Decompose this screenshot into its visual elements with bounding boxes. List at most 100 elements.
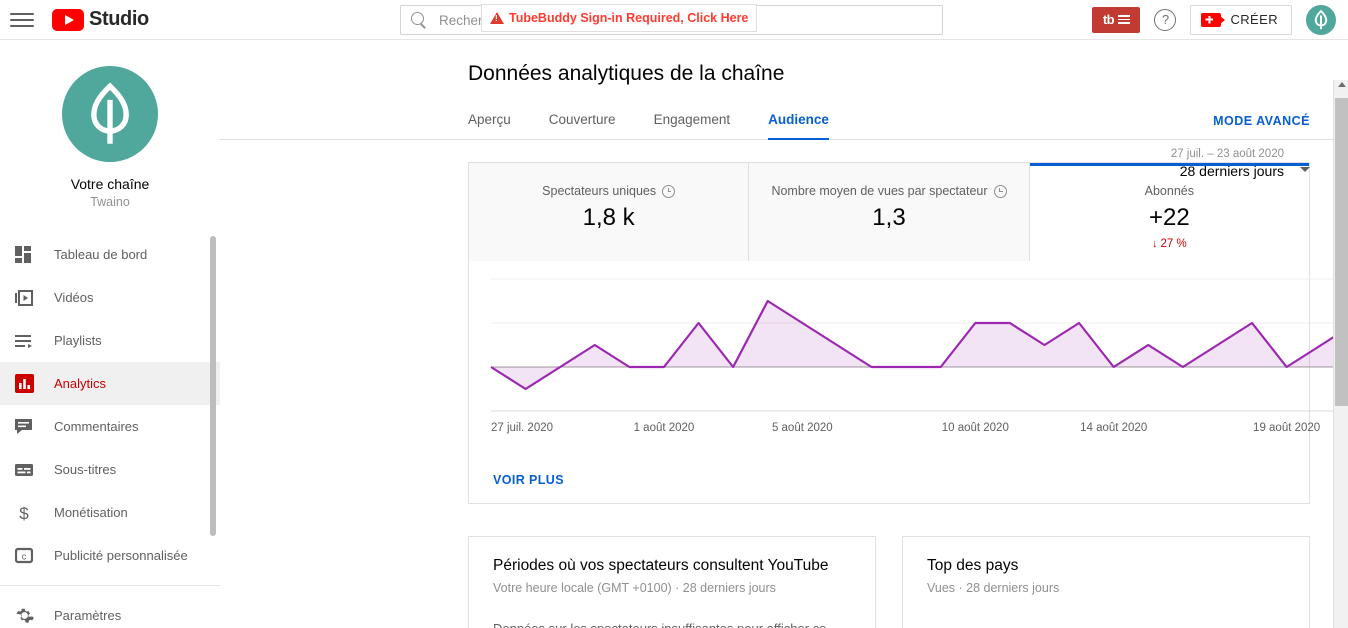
sidebar-divider — [0, 585, 220, 586]
metric-label: Abonnés — [1144, 184, 1194, 198]
svg-text:c: c — [22, 551, 27, 561]
sidebar: Votre chaîne Twaino Tableau de bord Vidé… — [0, 40, 220, 628]
account-avatar[interactable] — [1306, 4, 1336, 35]
studio-logo[interactable]: Studio — [52, 8, 149, 31]
tubebuddy-signin-warning[interactable]: TubeBuddy Sign-in Required, Click Here — [481, 4, 758, 32]
tubebuddy-menu-button[interactable]: tb — [1092, 6, 1141, 33]
card-when-viewers-watch: Périodes où vos spectateurs consultent Y… — [468, 536, 876, 628]
sidebar-item-comments[interactable]: Commentaires — [0, 405, 220, 448]
sidebar-item-label: Sous-titres — [54, 462, 117, 477]
chevron-down-icon — [1300, 167, 1310, 172]
sidebar-item-label: Publicité personnalisée — [54, 548, 188, 563]
video-icon — [12, 286, 36, 310]
page-scrollbar-thumb[interactable] — [1335, 98, 1348, 406]
date-preset-label: 28 derniers jours — [1179, 163, 1284, 179]
metric-card-avg-views-per-viewer[interactable]: Nombre moyen de vues par spectateur 1,3 — [749, 163, 1030, 261]
analytics-icon — [12, 372, 36, 396]
metric-delta: ↓ 27 % — [1152, 238, 1187, 250]
sidebar-item-label: Playlists — [54, 333, 102, 348]
sidebar-item-label: Monétisation — [54, 505, 128, 520]
tab-apercu[interactable]: Aperçu — [468, 112, 511, 139]
main-content: Données analytiques de la chaîne MODE AV… — [220, 40, 1348, 628]
sidebar-item-label: Tableau de bord — [54, 247, 148, 262]
video-camera-plus-icon — [1201, 12, 1226, 27]
sidebar-item-monetization[interactable]: $ Monétisation — [0, 491, 220, 534]
page-scrollbar[interactable] — [1333, 80, 1348, 628]
channel-label: Votre chaîne — [70, 176, 150, 192]
sidebar-item-label: Paramètres — [54, 608, 122, 623]
copyright-icon: c — [12, 544, 36, 568]
tab-couverture[interactable]: Couverture — [549, 112, 616, 139]
channel-name: Twaino — [90, 195, 130, 209]
dollar-icon: $ — [12, 501, 36, 525]
see-more-link[interactable]: VOIR PLUS — [469, 459, 1309, 503]
svg-text:$: $ — [19, 504, 29, 523]
analytics-tabs: Aperçu Couverture Engagement Audience — [220, 112, 1348, 140]
search-icon — [411, 12, 427, 28]
tubebuddy-logo-label: tb — [1102, 12, 1115, 27]
sidebar-item-playlists[interactable]: Playlists — [0, 319, 220, 362]
playlist-icon — [12, 329, 36, 353]
leaf-logo-icon — [91, 82, 129, 144]
metric-label-row: Spectateurs uniques — [542, 184, 676, 198]
brand-label: Studio — [89, 8, 149, 30]
metric-value: 1,3 — [872, 204, 906, 231]
metric-card-unique-viewers[interactable]: Spectateurs uniques 1,8 k — [469, 163, 750, 261]
chart-svg: 420-227 juil. 20201 août 20205 août 2020… — [490, 278, 1348, 434]
info-clock-icon[interactable] — [662, 184, 676, 198]
tab-engagement[interactable]: Engagement — [654, 112, 731, 139]
sidebar-scrollbar[interactable] — [210, 236, 216, 536]
page-header: Données analytiques de la chaîne — [220, 40, 1348, 86]
top-bar-actions: tb ? CRÉER — [1092, 4, 1348, 35]
card-subtitle: Votre heure locale (GMT +0100) · 28 dern… — [493, 581, 776, 595]
subscribers-chart[interactable]: 420-227 juil. 20201 août 20205 août 2020… — [469, 261, 1348, 459]
sidebar-item-customization[interactable]: c Publicité personnalisée — [0, 534, 220, 577]
metric-delta-value: 27 % — [1160, 238, 1187, 250]
youtube-studio-analytics-page: Studio Rechercher sur votre chaîne TubeB… — [0, 0, 1348, 628]
metric-label-row: Nombre moyen de vues par spectateur — [771, 184, 1007, 198]
sidebar-item-dashboard[interactable]: Tableau de bord — [0, 233, 220, 276]
svg-text:19 août 2020: 19 août 2020 — [1253, 422, 1320, 434]
card-subtitle: Vues · 28 derniers jours — [927, 581, 1060, 595]
avatar[interactable] — [62, 66, 158, 162]
comment-icon — [12, 415, 36, 439]
date-range-label: 27 juil. – 23 août 2020 — [1170, 148, 1284, 160]
help-icon-label: ? — [1161, 12, 1170, 27]
metric-label-row: Abonnés — [1145, 184, 1194, 198]
sidebar-item-videos[interactable]: Vidéos — [0, 276, 220, 319]
sidebar-item-label: Vidéos — [54, 290, 94, 305]
metric-label: Nombre moyen de vues par spectateur — [771, 184, 988, 198]
svg-text:10 août 2020: 10 août 2020 — [942, 422, 1009, 434]
bottom-cards-row: Périodes où vos spectateurs consultent Y… — [468, 536, 1310, 628]
sidebar-nav: Tableau de bord Vidéos Playlists Analyti… — [0, 233, 220, 628]
sidebar-item-subtitles[interactable]: Sous-titres — [0, 448, 220, 491]
card-title: Top des pays — [927, 557, 1019, 574]
metric-value: +22 — [1148, 204, 1190, 231]
analytics-content: Spectateurs uniques 1,8 k Nombre moyen d… — [220, 140, 1348, 628]
scroll-up-arrow-icon[interactable] — [1338, 82, 1346, 87]
date-range-selector[interactable]: 27 juil. – 23 août 2020 28 derniers jour… — [1171, 148, 1310, 179]
page-body: Votre chaîne Twaino Tableau de bord Vidé… — [0, 40, 1348, 628]
sidebar-item-analytics[interactable]: Analytics — [0, 362, 220, 405]
info-clock-icon[interactable] — [993, 184, 1007, 198]
hamburger-icon[interactable] — [10, 11, 34, 29]
channel-info: Votre chaîne Twaino — [0, 40, 220, 227]
metric-value: 1,8 k — [582, 204, 635, 231]
svg-text:1 août 2020: 1 août 2020 — [634, 422, 695, 434]
dashboard-icon — [12, 243, 36, 267]
sidebar-item-label: Commentaires — [54, 419, 139, 434]
create-button-label: CRÉER — [1230, 12, 1278, 27]
card-empty-message: Données sur les spectateurs insuffisante… — [493, 621, 851, 628]
help-icon[interactable]: ? — [1154, 8, 1177, 31]
tubebuddy-menu-icon — [1118, 14, 1131, 25]
create-button[interactable]: CRÉER — [1190, 4, 1292, 35]
page-title: Données analytiques de la chaîne — [468, 62, 785, 85]
leaf-logo-icon — [1314, 9, 1328, 29]
youtube-play-icon — [52, 8, 84, 31]
tab-audience[interactable]: Audience — [768, 112, 829, 140]
subtitles-icon — [12, 458, 36, 482]
sidebar-item-settings[interactable]: Paramètres — [0, 594, 220, 628]
svg-text:5 août 2020: 5 août 2020 — [772, 422, 833, 434]
sidebar-item-label: Analytics — [54, 376, 107, 391]
tubebuddy-warning-label: TubeBuddy Sign-in Required, Click Here — [509, 11, 749, 25]
